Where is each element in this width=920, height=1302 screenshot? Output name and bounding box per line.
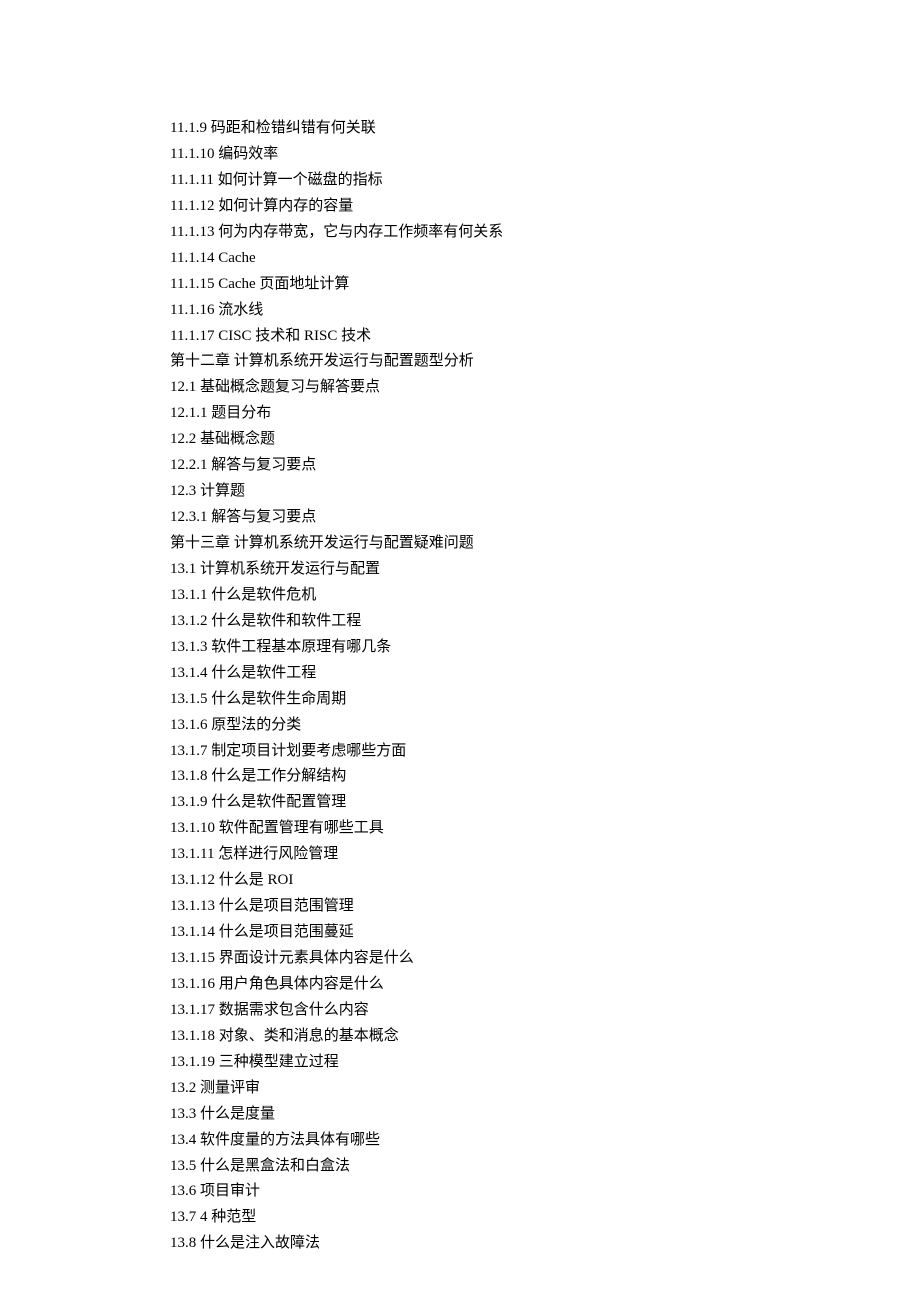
toc-entry: 11.1.9 码距和检错纠错有何关联 — [170, 116, 920, 142]
toc-entry: 13.1.8 什么是工作分解结构 — [170, 764, 920, 790]
toc-entry: 第十二章 计算机系统开发运行与配置题型分析 — [170, 349, 920, 375]
toc-entry: 13.8 什么是注入故障法 — [170, 1231, 920, 1257]
toc-entry: 13.1.15 界面设计元素具体内容是什么 — [170, 946, 920, 972]
toc-entry: 13.1.1 什么是软件危机 — [170, 583, 920, 609]
toc-entry: 11.1.13 何为内存带宽，它与内存工作频率有何关系 — [170, 220, 920, 246]
toc-entry: 13.1.11 怎样进行风险管理 — [170, 842, 920, 868]
toc-entry: 12.1 基础概念题复习与解答要点 — [170, 375, 920, 401]
toc-entry: 11.1.15 Cache 页面地址计算 — [170, 272, 920, 298]
toc-entry: 11.1.16 流水线 — [170, 298, 920, 324]
toc-entry: 13.3 什么是度量 — [170, 1102, 920, 1128]
toc-entry: 13.5 什么是黑盒法和白盒法 — [170, 1154, 920, 1180]
toc-entry: 第十三章 计算机系统开发运行与配置疑难问题 — [170, 531, 920, 557]
toc-entry: 13.1.5 什么是软件生命周期 — [170, 687, 920, 713]
toc-entry: 13.1.6 原型法的分类 — [170, 713, 920, 739]
toc-entry: 13.1.9 什么是软件配置管理 — [170, 790, 920, 816]
toc-entry: 13.7 4 种范型 — [170, 1205, 920, 1231]
toc-entry: 13.1.19 三种模型建立过程 — [170, 1050, 920, 1076]
toc-entry: 13.1.18 对象、类和消息的基本概念 — [170, 1024, 920, 1050]
table-of-contents: 11.1.9 码距和检错纠错有何关联 11.1.10 编码效率 11.1.11 … — [170, 116, 920, 1257]
toc-entry: 13.4 软件度量的方法具体有哪些 — [170, 1128, 920, 1154]
toc-entry: 13.1.16 用户角色具体内容是什么 — [170, 972, 920, 998]
toc-entry: 11.1.12 如何计算内存的容量 — [170, 194, 920, 220]
toc-entry: 11.1.11 如何计算一个磁盘的指标 — [170, 168, 920, 194]
toc-entry: 11.1.10 编码效率 — [170, 142, 920, 168]
toc-entry: 12.2.1 解答与复习要点 — [170, 453, 920, 479]
toc-entry: 12.1.1 题目分布 — [170, 401, 920, 427]
toc-entry: 13.1.13 什么是项目范围管理 — [170, 894, 920, 920]
toc-entry: 13.1.12 什么是 ROI — [170, 868, 920, 894]
toc-entry: 13.1.4 什么是软件工程 — [170, 661, 920, 687]
toc-entry: 12.3.1 解答与复习要点 — [170, 505, 920, 531]
toc-entry: 13.1.7 制定项目计划要考虑哪些方面 — [170, 739, 920, 765]
toc-entry: 13.1 计算机系统开发运行与配置 — [170, 557, 920, 583]
toc-entry: 13.2 测量评审 — [170, 1076, 920, 1102]
toc-entry: 13.1.17 数据需求包含什么内容 — [170, 998, 920, 1024]
toc-entry: 12.2 基础概念题 — [170, 427, 920, 453]
toc-entry: 11.1.14 Cache — [170, 246, 920, 272]
toc-entry: 13.6 项目审计 — [170, 1179, 920, 1205]
toc-entry: 12.3 计算题 — [170, 479, 920, 505]
toc-entry: 13.1.3 软件工程基本原理有哪几条 — [170, 635, 920, 661]
toc-entry: 11.1.17 CISC 技术和 RISC 技术 — [170, 324, 920, 350]
toc-entry: 13.1.10 软件配置管理有哪些工具 — [170, 816, 920, 842]
toc-entry: 13.1.14 什么是项目范围蔓延 — [170, 920, 920, 946]
toc-entry: 13.1.2 什么是软件和软件工程 — [170, 609, 920, 635]
